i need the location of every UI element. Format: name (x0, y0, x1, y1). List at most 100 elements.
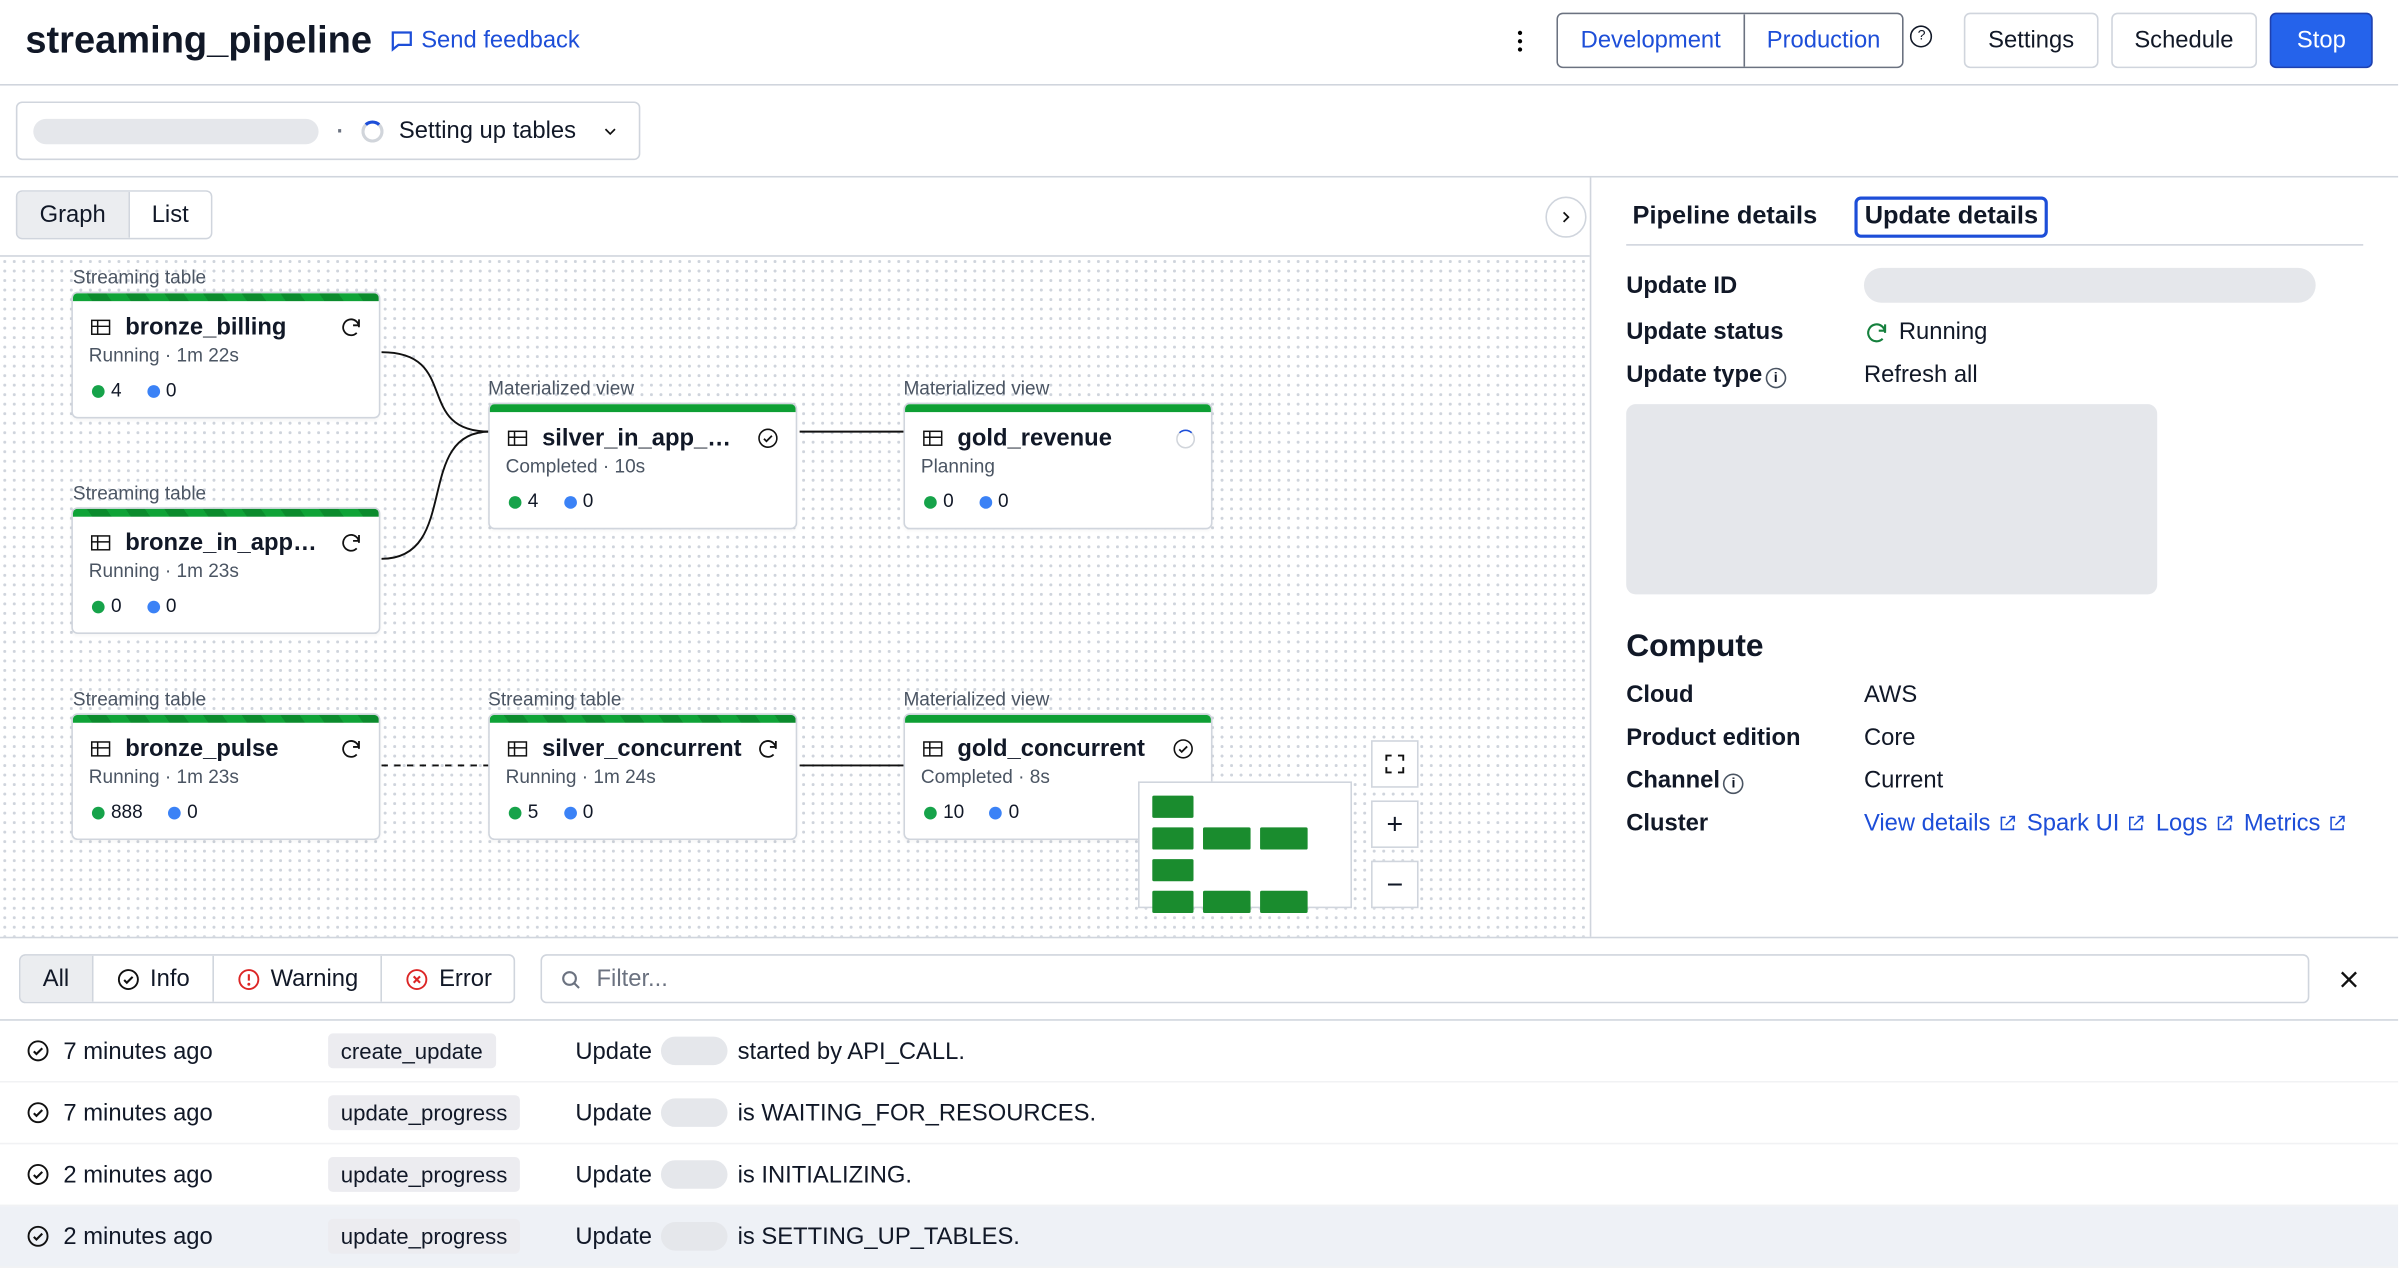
group-label: Streaming table (73, 266, 206, 288)
link-view-details[interactable]: View details (1864, 810, 2017, 837)
update-chart-placeholder (1626, 404, 2157, 594)
collapse-panel-button[interactable] (1545, 197, 1586, 238)
details-panel: Pipeline details Update details Update I… (1590, 178, 2398, 937)
compute-heading: Compute (1626, 629, 2363, 665)
fullscreen-icon (1382, 751, 1407, 776)
log-filter-input[interactable]: Filter... (541, 954, 2309, 1003)
view-tabs: Graph List (0, 178, 1590, 256)
link-metrics[interactable]: Metrics (2244, 810, 2348, 837)
info-icon[interactable]: i (1765, 367, 1786, 388)
minimap[interactable] (1138, 781, 1352, 908)
group-label: Materialized view (488, 377, 634, 399)
node-bronze-pulse[interactable]: bronze_pulse Running · 1m 23s 888 0 (71, 713, 380, 840)
check-circle-icon (1171, 737, 1195, 761)
refresh-icon (339, 315, 363, 339)
group-label: Materialized view (903, 377, 1049, 399)
filter-info[interactable]: Info (91, 956, 212, 1002)
external-link-icon (2214, 813, 2235, 834)
alert-circle-icon (236, 966, 261, 991)
update-id-placeholder (662, 1160, 729, 1189)
log-filter-bar: All Info Warning Error Filter... (0, 938, 2398, 1020)
update-id-placeholder (1864, 268, 2316, 303)
zoom-controls: + − (1371, 740, 1419, 908)
group-label: Streaming table (73, 688, 206, 710)
external-link-icon (1997, 813, 2018, 834)
refresh-icon (339, 737, 363, 761)
node-bronze-in-app[interactable]: bronze_in_app_pu… Running · 1m 23s 0 0 (71, 507, 380, 634)
group-label: Streaming table (488, 688, 621, 710)
tab-pipeline-details[interactable]: Pipeline details (1626, 200, 1823, 235)
check-circle-icon (25, 1162, 50, 1187)
group-label: Streaming table (73, 482, 206, 504)
refresh-icon (756, 737, 780, 761)
top-bar: streaming_pipeline Send feedback Develop… (0, 0, 2398, 86)
log-row[interactable]: 7 minutes ago create_update Updatestarte… (0, 1021, 2398, 1083)
canvas-area: Graph List Streaming table Streaming tab… (0, 178, 1590, 937)
environment-toggle: Development Production (1557, 13, 1904, 68)
tab-list[interactable]: List (128, 192, 211, 238)
table-icon (921, 426, 945, 450)
send-feedback-link[interactable]: Send feedback (388, 27, 580, 54)
status-row: · Setting up tables (0, 86, 2398, 178)
table-icon (506, 737, 530, 761)
log-row[interactable]: 7 minutes ago update_progress Updateis W… (0, 1083, 2398, 1145)
table-icon (921, 737, 945, 761)
node-silver-in-app[interactable]: silver_in_app_purc… Completed · 10s 4 0 (488, 403, 797, 530)
node-bronze-billing[interactable]: bronze_billing Running · 1m 22s 4 0 (71, 292, 380, 419)
check-circle-icon (25, 1224, 50, 1249)
external-link-icon (2327, 813, 2348, 834)
env-development-button[interactable]: Development (1558, 14, 1742, 66)
help-icon[interactable]: ? (1911, 25, 1933, 47)
kebab-icon (1506, 26, 1535, 55)
close-logs-button[interactable] (2335, 964, 2379, 993)
main-area: Graph List Streaming table Streaming tab… (0, 178, 2398, 939)
table-icon (89, 737, 113, 761)
stop-button[interactable]: Stop (2270, 13, 2373, 68)
tab-update-details[interactable]: Update details (1858, 200, 2044, 235)
log-level-filters: All Info Warning Error (19, 954, 516, 1003)
update-id-placeholder (662, 1098, 729, 1127)
external-link-icon (2126, 813, 2147, 834)
log-row[interactable]: 2 minutes ago update_progress Updateis I… (0, 1144, 2398, 1206)
filter-error[interactable]: Error (380, 956, 514, 1002)
table-icon (89, 315, 113, 339)
update-id-placeholder (662, 1037, 729, 1066)
zoom-out-button[interactable]: − (1371, 861, 1419, 909)
more-menu-button[interactable] (1503, 18, 1538, 62)
refresh-icon (1864, 319, 1889, 344)
spinner-icon (1176, 429, 1195, 448)
node-gold-revenue[interactable]: gold_revenue Planning 0 0 (903, 403, 1212, 530)
refresh-icon (339, 531, 363, 555)
tab-graph[interactable]: Graph (17, 192, 127, 238)
log-list: 7 minutes ago create_update Updatestarte… (0, 1021, 2398, 1268)
chat-icon (388, 27, 415, 54)
dag-canvas[interactable]: Streaming table Streaming table Material… (0, 255, 1590, 937)
search-icon (558, 966, 583, 991)
update-id-placeholder (662, 1222, 729, 1251)
check-circle-icon (25, 1100, 50, 1125)
settings-button[interactable]: Settings (1964, 13, 2097, 68)
schedule-button[interactable]: Schedule (2111, 13, 2258, 68)
page-title: streaming_pipeline (25, 18, 372, 62)
check-circle-icon (115, 966, 140, 991)
filter-all[interactable]: All (21, 956, 92, 1002)
zoom-in-button[interactable]: + (1371, 800, 1419, 848)
update-status-selector[interactable]: · Setting up tables (16, 101, 641, 160)
x-circle-icon (404, 966, 429, 991)
check-circle-icon (25, 1038, 50, 1063)
spinner-icon (361, 120, 383, 142)
link-logs[interactable]: Logs (2156, 810, 2235, 837)
env-production-button[interactable]: Production (1743, 14, 1903, 66)
filter-warning[interactable]: Warning (212, 956, 381, 1002)
info-icon[interactable]: i (1723, 773, 1744, 794)
table-icon (89, 531, 113, 555)
group-label: Materialized view (903, 688, 1049, 710)
table-icon (506, 426, 530, 450)
update-id-placeholder (33, 118, 318, 143)
log-row[interactable]: 2 minutes ago update_progress Updateis S… (0, 1206, 2398, 1268)
link-spark-ui[interactable]: Spark UI (2027, 810, 2146, 837)
chevron-down-icon (601, 121, 620, 140)
chevron-right-icon (1556, 208, 1575, 227)
node-silver-concurrent[interactable]: silver_concurrent Running · 1m 24s 5 0 (488, 713, 797, 840)
fit-view-button[interactable] (1371, 740, 1419, 788)
